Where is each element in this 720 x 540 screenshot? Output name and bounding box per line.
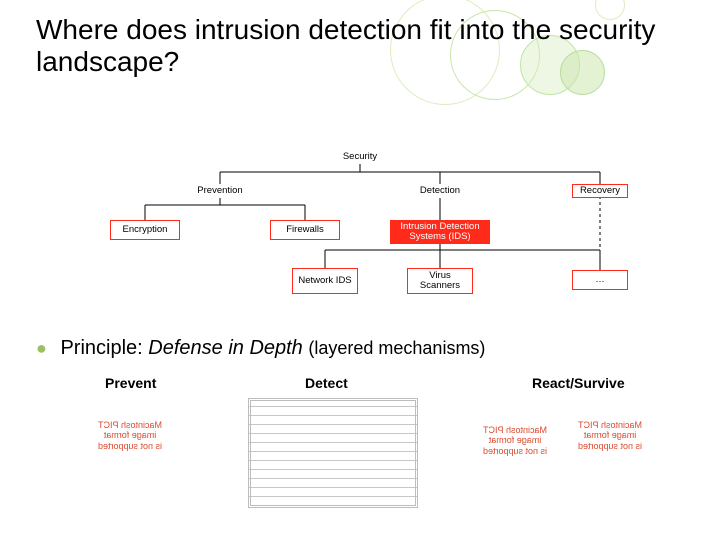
principle-line: ● Principle: Defense in Depth (layered m… [36, 337, 485, 360]
label-detect: Detect [305, 375, 348, 391]
label-prevent: Prevent [105, 375, 156, 391]
node-network-ids: Network IDS [292, 268, 358, 294]
node-security: Security [335, 150, 385, 164]
node-detection: Detection [412, 184, 468, 198]
label-react: React/Survive [532, 375, 625, 391]
principle-lead: Principle: [60, 337, 142, 359]
principle-rest: (layered mechanisms) [308, 338, 485, 358]
pict-error-3: Macintosh PICTimage formatis not support… [570, 420, 650, 451]
node-firewalls: Firewalls [270, 220, 340, 240]
slide-title: Where does intrusion detection fit into … [36, 14, 700, 78]
node-prevention: Prevention [192, 184, 248, 198]
security-tree-diagram: Security Prevention Detection Recovery E… [110, 150, 650, 330]
tree-connectors [110, 150, 650, 330]
node-virus-scanners: Virus Scanners [407, 268, 473, 294]
principle-italic: Defense in Depth [148, 337, 303, 359]
pict-error-1: Macintosh PICTimage formatis not support… [90, 420, 170, 451]
node-recovery: Recovery [572, 184, 628, 198]
bullet-icon: ● [36, 338, 47, 358]
node-ids: Intrusion Detection Systems (IDS) [390, 220, 490, 244]
node-encryption: Encryption [110, 220, 180, 240]
maze-image-placeholder [248, 398, 418, 508]
pict-error-2: Macintosh PICTimage formatis not support… [475, 425, 555, 456]
node-ellipsis: … [572, 270, 628, 290]
